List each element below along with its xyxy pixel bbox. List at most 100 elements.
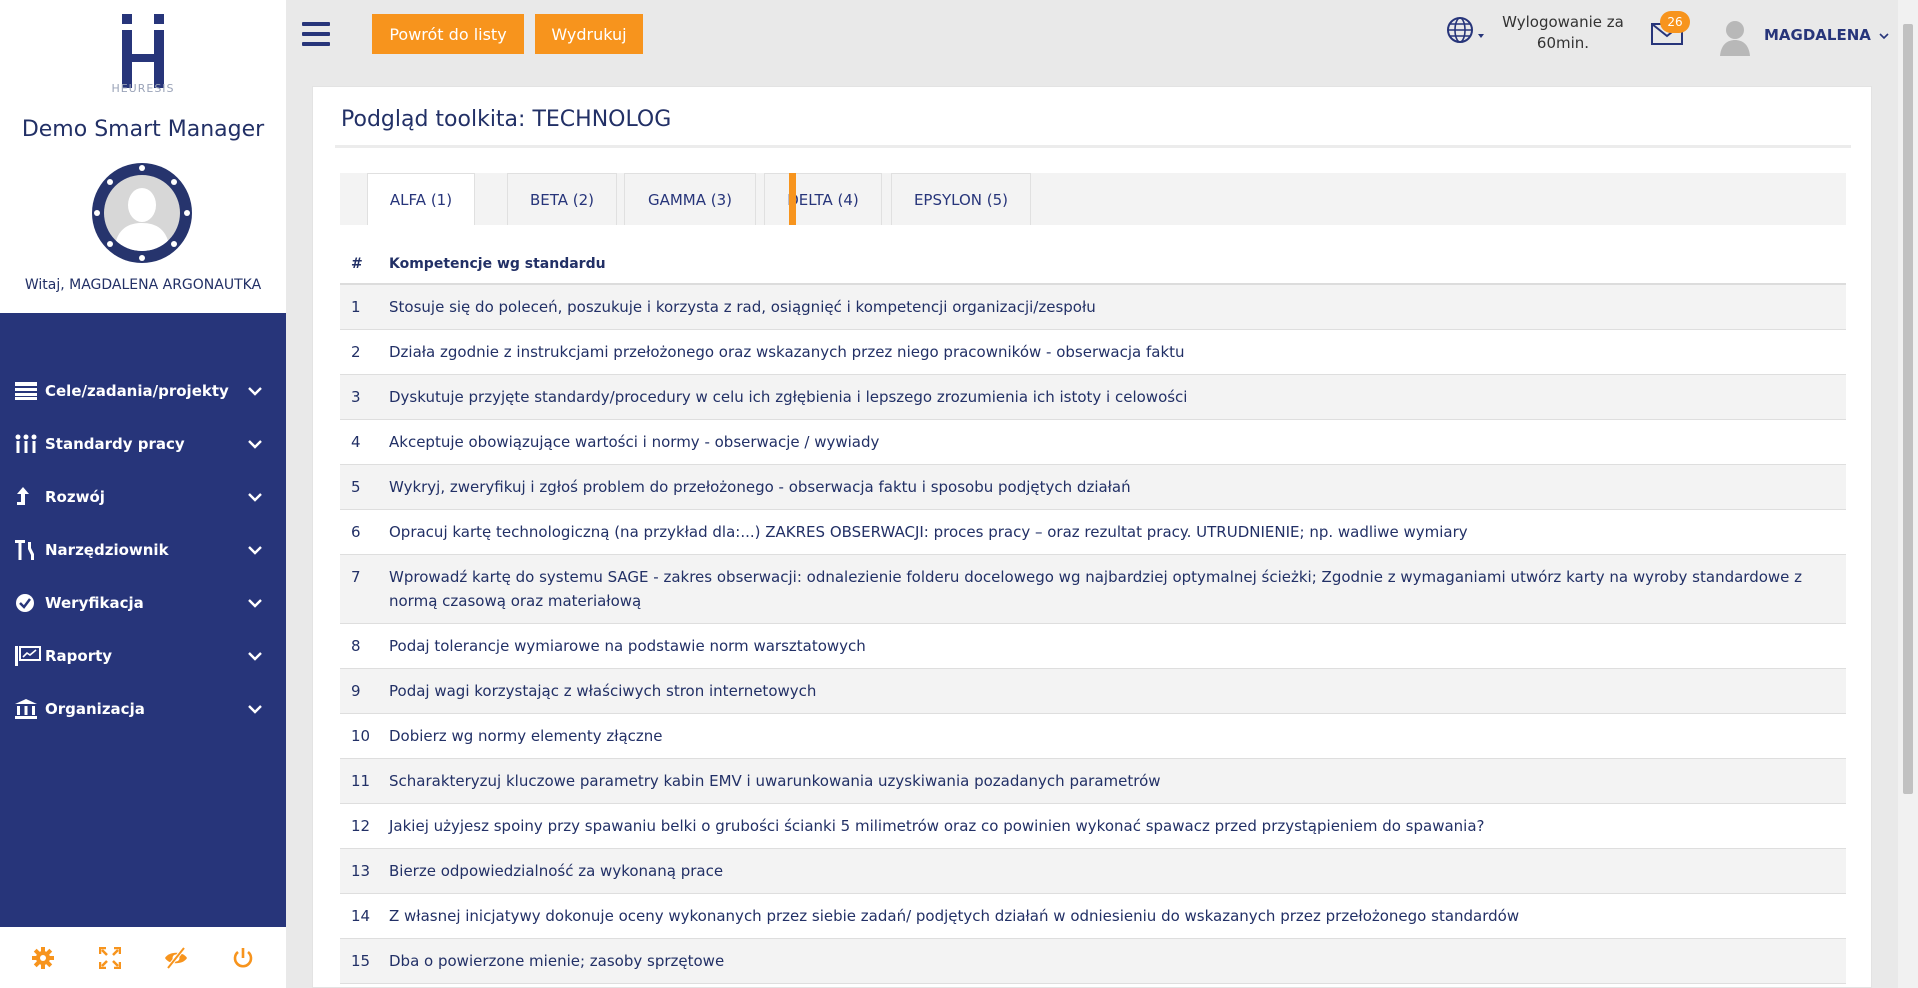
avatar-ring-dot	[184, 210, 190, 216]
tools-icon	[15, 540, 45, 560]
row-text: Bierze odpowiedzialność za wykonaną prac…	[389, 862, 724, 880]
row-number: 1	[351, 298, 361, 316]
row-number: 6	[351, 523, 361, 541]
app-title: Demo Smart Manager	[21, 117, 265, 142]
divider	[335, 145, 1851, 148]
chevron-down-icon	[248, 705, 262, 714]
user-avatar-icon[interactable]	[1718, 18, 1752, 56]
row-number: 13	[351, 862, 371, 880]
table-row: 13 Bierze odpowiedzialność za wykonaną pr…	[340, 849, 1846, 894]
row-text: Jakiej użyjesz spoiny przy spawaniu belk…	[389, 817, 1485, 835]
tab-label: DELTA (4)	[787, 190, 859, 209]
table-row: 15 Dba o powierzone mienie; zasoby sprzęt…	[340, 939, 1846, 984]
scrollbar-thumb[interactable]	[1903, 24, 1913, 794]
row-text: Dyskutuje przyjęte standardy/procedury w…	[389, 388, 1188, 406]
nav-item-cele[interactable]: Cele/zadania/projekty	[0, 371, 286, 411]
mail-count-badge: 26	[1660, 11, 1690, 33]
row-number: 4	[351, 433, 361, 451]
gear-icon	[32, 946, 55, 969]
row-number: 9	[351, 682, 361, 700]
nav-item-standardy[interactable]: Standardy pracy	[0, 424, 286, 464]
main-nav: Cele/zadania/projekty Standardy pracy Ro…	[0, 313, 286, 927]
row-text: Akceptuje obowiązujące wartości i normy …	[389, 433, 880, 451]
chevron-down-icon	[248, 599, 262, 608]
tab-delta[interactable]: DELTA (4)	[764, 173, 882, 225]
logout-button[interactable]	[223, 938, 263, 978]
profile-avatar[interactable]	[92, 163, 192, 263]
check-circle-icon	[15, 593, 45, 613]
logout-timer-label: Wylogowanie za	[1502, 13, 1624, 31]
table-row: 10 Dobierz wg normy elementy złączne	[340, 714, 1846, 759]
table-row: 5 Wykryj, zweryfikuj i zgłoś problem do p…	[340, 465, 1846, 510]
nav-item-weryfikacja[interactable]: Weryfikacja	[0, 583, 286, 623]
logout-timer: Wylogowanie za 60min.	[1498, 12, 1628, 54]
avatar-ring-dot	[94, 210, 100, 216]
tabs-bar: ALFA (1) BETA (2) GAMMA (3) DELTA (4) EP…	[340, 173, 1846, 225]
table-row: 8 Podaj tolerancje wymiarowe na podstawie…	[340, 624, 1846, 669]
tab-gamma[interactable]: GAMMA (3)	[624, 173, 756, 225]
tab-beta[interactable]: BETA (2)	[507, 173, 617, 225]
fullscreen-icon	[98, 946, 121, 969]
brand-area: HEURESIS Demo Smart Manager Witaj, MAGDA…	[0, 0, 286, 313]
table-row: 1 Stosuje się do poleceń, poszukuje i kor…	[340, 285, 1846, 330]
row-text: Działa zgodnie z instrukcjami przełożone…	[389, 343, 1185, 361]
row-text: Dobierz wg normy elementy złączne	[389, 727, 663, 745]
user-name: MAGDALENA	[1764, 26, 1871, 44]
row-number: 10	[351, 727, 371, 745]
table-row: 2 Działa zgodnie z instrukcjami przełożon…	[340, 330, 1846, 375]
avatar-ring-dot	[107, 241, 113, 247]
chevron-down-icon	[248, 387, 262, 396]
avatar-ring-dot	[171, 179, 177, 185]
tab-label: BETA (2)	[529, 190, 595, 209]
fullscreen-button[interactable]	[90, 938, 130, 978]
table-row: 4 Akceptuje obowiązujące wartości i normy…	[340, 420, 1846, 465]
row-text: Dba o powierzone mienie; zasoby sprzętow…	[389, 952, 725, 970]
row-text: Podaj wagi korzystając z właściwych stro…	[389, 682, 817, 700]
tab-alfa[interactable]: ALFA (1)	[367, 173, 475, 225]
tab-epsylon[interactable]: EPSYLON (5)	[891, 173, 1031, 225]
logout-timer-value: 60min.	[1536, 34, 1590, 52]
chevron-down-icon	[248, 440, 262, 449]
print-button[interactable]: Wydrukuj	[535, 14, 643, 54]
nav-item-narzedziownik[interactable]: Narzędziownik	[0, 530, 286, 570]
row-text: Scharakteryzuj kluczowe parametry kabin …	[389, 772, 1161, 790]
row-text: Stosuje się do poleceń, poszukuje i korz…	[389, 298, 1096, 316]
nav-label: Standardy pracy	[45, 435, 185, 453]
active-tab-indicator	[789, 173, 796, 225]
avatar-ring-dot	[139, 165, 145, 171]
table-row: 9 Podaj wagi korzystając z właściwych str…	[340, 669, 1846, 714]
nav-label: Rozwój	[45, 488, 105, 506]
row-text: Opracuj kartę technologiczną (na przykła…	[389, 523, 1468, 541]
row-number: 7	[351, 568, 361, 586]
table-row: 7 Wprowadź kartę do systemu SAGE - zakres…	[340, 555, 1846, 624]
column-header-competence: Kompetencje wg standardu	[389, 256, 606, 272]
list-icon	[15, 382, 45, 400]
page-scrollbar[interactable]	[1898, 0, 1918, 988]
competence-table: 1 Stosuje się do poleceń, poszukuje i kor…	[340, 285, 1846, 984]
nav-item-organizacja[interactable]: Organizacja	[0, 689, 286, 729]
table-row: 6 Opracuj kartę technologiczną (na przykł…	[340, 510, 1846, 555]
tab-label: GAMMA (3)	[647, 190, 733, 209]
row-number: 2	[351, 343, 361, 361]
row-number: 12	[351, 817, 371, 835]
nav-label: Organizacja	[45, 700, 145, 718]
chevron-down-icon	[248, 652, 262, 661]
hide-button[interactable]	[156, 938, 196, 978]
chevron-down-icon	[1879, 33, 1889, 40]
sidebar-footer	[0, 927, 286, 988]
back-to-list-button[interactable]: Powrót do listy	[372, 14, 524, 54]
menu-toggle-icon[interactable]	[302, 22, 332, 48]
tab-label: EPSYLON (5)	[913, 190, 1009, 209]
language-selector[interactable]	[1446, 16, 1488, 46]
avatar-ring-dot	[107, 179, 113, 185]
settings-button[interactable]	[23, 938, 63, 978]
nav-item-raporty[interactable]: Raporty	[0, 636, 286, 676]
nav-label: Raporty	[45, 647, 113, 665]
user-menu[interactable]: MAGDALENA	[1764, 26, 1889, 44]
row-number: 5	[351, 478, 361, 496]
people-icon	[15, 434, 45, 454]
nav-item-rozwoj[interactable]: Rozwój	[0, 477, 286, 517]
chevron-down-icon	[248, 546, 262, 555]
table-row: 12 Jakiej użyjesz spoiny przy spawaniu be…	[340, 804, 1846, 849]
row-text: Podaj tolerancje wymiarowe na podstawie …	[389, 637, 866, 655]
